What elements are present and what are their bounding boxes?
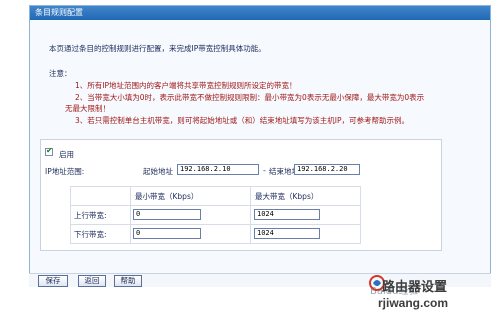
- table-row: 下行带宽: 0 1024: [70, 224, 361, 244]
- note-line-2: 2、当带宽大小填为0时，表示此带宽不做控制规则限制：最小带宽为0表示无最小保障，…: [75, 93, 425, 102]
- download-bandwidth-label: 下行带宽:: [70, 224, 131, 244]
- upload-max-input[interactable]: 1024: [254, 209, 320, 220]
- note-line-3: 3、若只需控制单台主机带宽，则可将起始地址或（和）结束地址填写为该主机IP，可参…: [75, 116, 410, 125]
- upload-max-cell: 1024: [250, 205, 361, 225]
- table-row: 上行带宽: 0 1024: [70, 205, 361, 225]
- ip-range-label: IP地址范围:: [45, 167, 85, 176]
- enable-label: 启用: [59, 150, 74, 159]
- site-url-watermark: rjiwang.com: [378, 296, 449, 310]
- panel-title: 条目规则配置: [30, 6, 490, 20]
- bandwidth-table: 最小带宽（Kbps） 最大带宽（Kbps） 上行带宽: 0 1024 下行带宽:…: [70, 186, 361, 244]
- note-line-2-cont: 无最大限制！: [65, 104, 110, 113]
- back-button[interactable]: 返回: [78, 275, 106, 287]
- save-button[interactable]: 保存: [38, 275, 68, 287]
- upload-bandwidth-label: 上行带宽:: [70, 205, 131, 225]
- header-max-bandwidth: 最大带宽（Kbps）: [250, 186, 361, 206]
- download-max-input[interactable]: 1024: [254, 228, 320, 239]
- site-name-watermark: 路由器设置: [382, 280, 448, 295]
- check-icon: ✔: [46, 146, 53, 155]
- range-separator: -: [263, 166, 266, 175]
- notes-label: 注意：: [49, 69, 72, 78]
- download-max-cell: 1024: [250, 224, 361, 244]
- note-line-1: 1、所有IP地址范围内的客户端将共享带宽控制规则所设定的带宽！: [75, 81, 297, 90]
- table-header-row: 最小带宽（Kbps） 最大带宽（Kbps）: [70, 186, 361, 206]
- upload-min-input[interactable]: 0: [133, 209, 201, 220]
- intro-text: 本页通过条目的控制规则进行配置，来完成IP带宽控制具体功能。: [49, 44, 266, 53]
- upload-min-cell: 0: [130, 205, 251, 225]
- enable-checkbox[interactable]: ✔: [45, 146, 53, 156]
- help-button[interactable]: 帮助: [114, 275, 142, 287]
- start-address-label: 起始地址: [143, 167, 173, 176]
- end-address-input[interactable]: 192.168.2.20: [294, 164, 360, 175]
- download-min-cell: 0: [130, 224, 251, 244]
- start-address-input[interactable]: 192.168.2.10: [177, 164, 259, 175]
- header-min-bandwidth: 最小带宽（Kbps）: [130, 186, 251, 206]
- header-cell-empty: [70, 186, 131, 206]
- download-min-input[interactable]: 0: [133, 228, 201, 239]
